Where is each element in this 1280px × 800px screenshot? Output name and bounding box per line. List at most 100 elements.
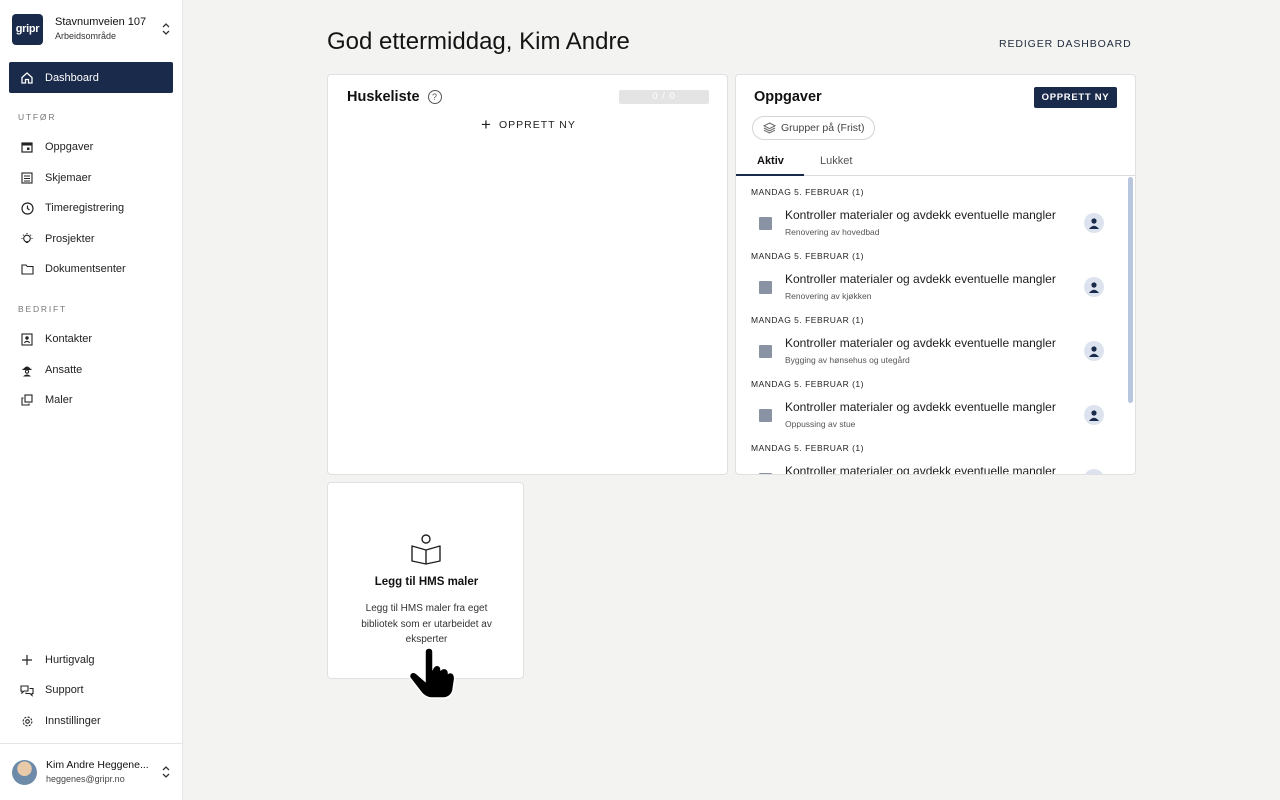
section-title-bedrift: BEDRIFT bbox=[18, 304, 67, 314]
huskeliste-title: Huskeliste bbox=[347, 89, 420, 105]
task-group: MANDAG 5. FEBRUAR (1) Kontroller materia… bbox=[751, 177, 1121, 241]
sidebar-item-label: Timeregistrering bbox=[45, 202, 125, 214]
sidebar-item-label: Dokumentsenter bbox=[45, 263, 126, 275]
sidebar-item-label: Kontakter bbox=[45, 333, 93, 345]
task-project: Renovering av kjøkken bbox=[785, 291, 872, 301]
oppgaver-title: Oppgaver bbox=[754, 89, 822, 105]
create-task-button[interactable]: OPPRETT NY bbox=[1034, 87, 1117, 108]
folder-icon bbox=[20, 262, 34, 276]
sidebar-item-kontakter[interactable]: Kontakter bbox=[9, 326, 173, 352]
sidebar-item-label: Oppgaver bbox=[45, 141, 94, 153]
assignee-avatar-icon[interactable] bbox=[1084, 213, 1104, 233]
copy-icon bbox=[20, 393, 34, 407]
sidebar-item-ansatte[interactable]: Ansatte bbox=[9, 357, 173, 383]
sidebar-item-label: Maler bbox=[45, 394, 73, 406]
task-list-scrollbar[interactable] bbox=[1128, 177, 1133, 403]
task-checkbox[interactable] bbox=[759, 409, 772, 422]
task-group-date: MANDAG 5. FEBRUAR (1) bbox=[751, 315, 864, 325]
home-icon bbox=[21, 71, 33, 84]
user-name: Kim Andre Heggene... bbox=[46, 759, 149, 771]
task-title[interactable]: Kontroller materialer og avdekk eventuel… bbox=[785, 464, 1056, 474]
task-title[interactable]: Kontroller materialer og avdekk eventuel… bbox=[785, 272, 1056, 286]
workspace-name: Stavnumveien 107 bbox=[55, 16, 147, 28]
create-checklist-item-button[interactable]: + OPPRETT NY bbox=[481, 115, 576, 134]
assignee-avatar-icon[interactable] bbox=[1084, 277, 1104, 297]
lightbulb-icon bbox=[20, 232, 34, 246]
oppgaver-card: Oppgaver OPPRETT NY Grupper på (Frist) A… bbox=[735, 74, 1136, 475]
sidebar-item-timeregistrering[interactable]: Timeregistrering bbox=[9, 195, 173, 221]
task-list: MANDAG 5. FEBRUAR (1) Kontroller materia… bbox=[736, 177, 1135, 474]
sidebar-item-label: Skjemaer bbox=[45, 172, 92, 184]
task-checkbox[interactable] bbox=[759, 281, 772, 294]
tab-aktiv[interactable]: Aktiv bbox=[757, 155, 784, 167]
huskeliste-header: Huskeliste ? bbox=[347, 89, 442, 105]
hms-title: Legg til HMS maler bbox=[374, 576, 479, 588]
plus-icon bbox=[20, 653, 34, 667]
task-checkbox[interactable] bbox=[759, 345, 772, 358]
task-title[interactable]: Kontroller materialer og avdekk eventuel… bbox=[785, 400, 1056, 414]
workspace-subtitle: Arbeidsområde bbox=[55, 31, 117, 41]
task-title[interactable]: Kontroller materialer og avdekk eventuel… bbox=[785, 208, 1056, 222]
active-tab-indicator bbox=[736, 174, 804, 176]
help-icon[interactable]: ? bbox=[427, 90, 442, 104]
task-group-date: MANDAG 5. FEBRUAR (1) bbox=[751, 251, 864, 261]
task-group-date: MANDAG 5. FEBRUAR (1) bbox=[751, 187, 864, 197]
sidebar-item-dashboard[interactable]: Dashboard bbox=[9, 62, 173, 93]
sidebar-item-oppgaver[interactable]: Oppgaver bbox=[9, 134, 173, 160]
sidebar-divider bbox=[0, 743, 183, 744]
user-menu[interactable]: Kim Andre Heggene... heggenes@gripr.no bbox=[12, 756, 172, 788]
sidebar-item-maler[interactable]: Maler bbox=[9, 387, 173, 413]
sidebar-item-support[interactable]: Support bbox=[9, 677, 173, 703]
sidebar-item-hurtigvalg[interactable]: Hurtigvalg bbox=[9, 647, 173, 673]
task-group: MANDAG 5. FEBRUAR (1) Kontroller materia… bbox=[751, 433, 1121, 474]
sidebar-item-skjemaer[interactable]: Skjemaer bbox=[9, 165, 173, 191]
section-title-utfor: UTFØR bbox=[18, 112, 57, 122]
calendar-icon bbox=[20, 140, 34, 154]
workspace-switcher[interactable]: gripr Stavnumveien 107 Arbeidsområde bbox=[12, 13, 172, 45]
page-title: God ettermiddag, Kim Andre bbox=[327, 28, 630, 55]
task-checkbox[interactable] bbox=[759, 473, 772, 474]
worker-icon bbox=[20, 363, 34, 377]
task-group: MANDAG 5. FEBRUAR (1) Kontroller materia… bbox=[751, 369, 1121, 433]
sidebar: gripr Stavnumveien 107 Arbeidsområde Das… bbox=[0, 0, 183, 800]
sidebar-item-prosjekter[interactable]: Prosjekter bbox=[9, 226, 173, 252]
hms-description: Legg til HMS maler fra eget bibliotek so… bbox=[361, 603, 492, 645]
task-group-date: MANDAG 5. FEBRUAR (1) bbox=[751, 379, 864, 389]
layers-icon bbox=[763, 122, 776, 134]
sidebar-item-label: Support bbox=[45, 684, 84, 696]
edit-dashboard-button[interactable]: REDIGER DASHBOARD bbox=[999, 38, 1132, 50]
create-label: OPPRETT NY bbox=[498, 119, 576, 131]
contact-icon bbox=[20, 332, 34, 346]
sidebar-item-label: Prosjekter bbox=[45, 233, 95, 245]
chat-icon bbox=[20, 683, 34, 697]
group-by-label: Grupper på (Frist) bbox=[781, 122, 865, 134]
sidebar-item-label: Ansatte bbox=[45, 364, 83, 376]
chevron-up-down-icon bbox=[162, 766, 170, 778]
assignee-avatar-icon[interactable] bbox=[1084, 341, 1104, 361]
task-title[interactable]: Kontroller materialer og avdekk eventuel… bbox=[785, 336, 1056, 350]
task-group: MANDAG 5. FEBRUAR (1) Kontroller materia… bbox=[751, 305, 1121, 369]
group-by-chip[interactable]: Grupper på (Frist) bbox=[752, 116, 876, 140]
sidebar-item-innstillinger[interactable]: Innstillinger bbox=[9, 708, 173, 734]
tab-lukket[interactable]: Lukket bbox=[820, 155, 852, 167]
list-icon bbox=[20, 171, 34, 185]
task-group-date: MANDAG 5. FEBRUAR (1) bbox=[751, 443, 864, 453]
sidebar-item-label: Hurtigvalg bbox=[45, 654, 95, 666]
plus-icon: + bbox=[481, 115, 492, 134]
assignee-avatar-icon[interactable] bbox=[1084, 469, 1104, 474]
checklist-progress: 0 / 0 bbox=[619, 90, 709, 104]
huskeliste-card: Huskeliste ? 0 / 0 + OPPRETT NY bbox=[327, 74, 728, 475]
task-checkbox[interactable] bbox=[759, 217, 772, 230]
reader-book-icon bbox=[411, 534, 441, 565]
sidebar-item-dokumentsenter[interactable]: Dokumentsenter bbox=[9, 256, 173, 282]
gripr-logo: gripr bbox=[12, 13, 43, 45]
hand-pointer-icon bbox=[408, 648, 456, 699]
task-tabs: Aktiv Lukket bbox=[736, 152, 1135, 176]
sidebar-item-label: Innstillinger bbox=[45, 715, 101, 727]
assignee-avatar-icon[interactable] bbox=[1084, 405, 1104, 425]
user-email: heggenes@gripr.no bbox=[46, 774, 125, 784]
chevron-up-down-icon bbox=[162, 23, 170, 35]
task-project: Renovering av hovedbad bbox=[785, 227, 880, 237]
sidebar-item-label: Dashboard bbox=[45, 71, 99, 84]
task-project: Bygging av hønsehus og utegård bbox=[785, 355, 910, 365]
